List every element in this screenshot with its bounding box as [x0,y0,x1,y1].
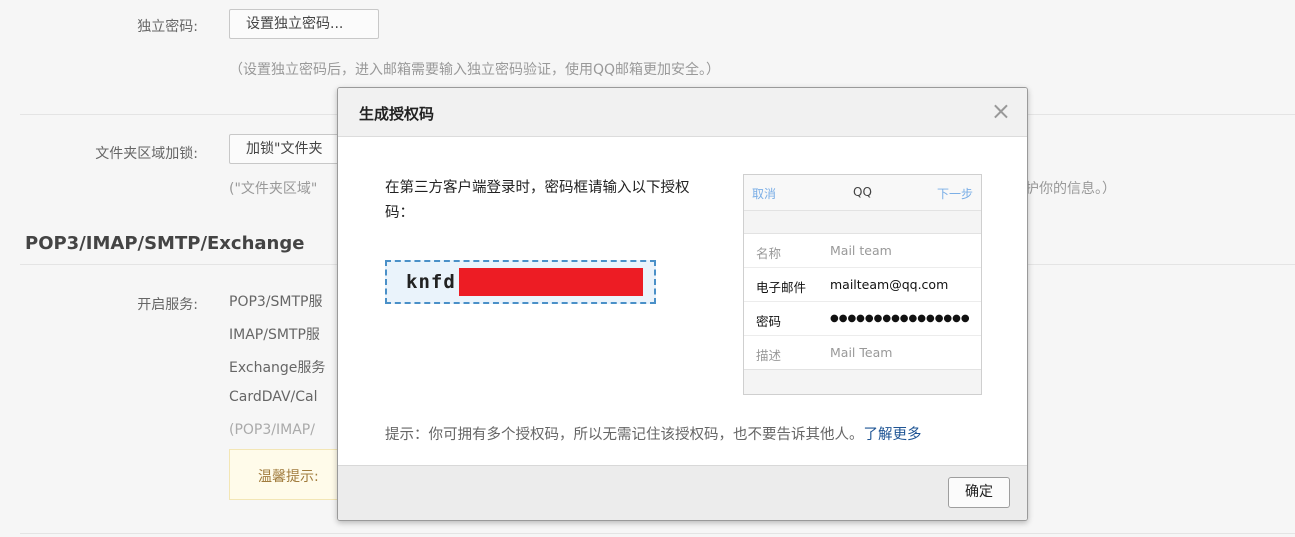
auth-code-box: knfd [385,260,656,304]
row-key: 电子邮件 [756,280,807,295]
dialog-footer: 确定 [338,465,1027,520]
dialog-title: 生成授权码 [359,105,435,123]
row-key: 密码 [756,314,782,329]
close-icon[interactable]: × [991,98,1011,124]
section-title: POP3/IMAP/SMTP/Exchange [25,233,305,254]
phone-row-name: 名称 Mail team [744,234,981,268]
learn-more-link[interactable]: 了解更多 [864,427,922,443]
folder-lock-label: 文件夹区域加锁: [95,146,198,162]
bottom-divider [20,533,1295,534]
client-example-illustration: 取消 QQ 下一步 名称 Mail team 电子邮件 mailteam@qq.… [743,174,982,395]
row-key: 描述 [756,348,782,363]
service-exchange: Exchange服务 [229,360,326,376]
dialog-tip: 提示：你可拥有多个授权码，所以无需记住该授权码，也不要告诉其他人。了解更多 [385,423,922,444]
folder-lock-hint-end: 护你的信息。） [1025,181,1116,197]
auth-code-text: knfd [406,271,456,293]
tip-text: 提示：你可拥有多个授权码，所以无需记住该授权码，也不要告诉其他人。 [385,427,864,443]
folder-lock-hint: ("文件夹区域" [229,181,318,197]
phone-row-password: 密码 ●●●●●●●●●●●●●●●● [744,302,981,336]
phone-row-email: 电子邮件 mailteam@qq.com [744,268,981,302]
row-key: 名称 [756,246,782,261]
service-imap: IMAP/SMTP服 [229,327,320,343]
row-value: Mail Team [830,345,893,360]
independent-password-label: 独立密码: [137,19,198,35]
independent-password-hint: （设置独立密码后，进入邮箱需要输入独立密码验证，使用QQ邮箱更加安全。） [229,62,721,78]
enable-service-label: 开启服务: [137,297,198,313]
auth-code-dialog: 生成授权码 × 在第三方客户端登录时，密码框请输入以下授权码： knfd 取消 … [337,87,1028,521]
dialog-description: 在第三方客户端登录时，密码框请输入以下授权码： [385,180,690,221]
phone-row-description: 描述 Mail Team [744,336,981,369]
row-value: ●●●●●●●●●●●●●●●● [830,313,970,324]
confirm-button[interactable]: 确定 [948,477,1010,508]
service-pop3: POP3/SMTP服 [229,294,323,310]
row-value: Mail team [830,243,892,258]
redaction-block [459,268,643,296]
phone-form: 名称 Mail team 电子邮件 mailteam@qq.com 密码 ●●●… [744,233,981,370]
service-note: (POP3/IMAP/ [229,422,315,438]
folder-lock-button[interactable]: 加锁"文件夹 [229,134,349,164]
warm-tip-label: 温馨提示: [258,469,319,485]
row-value: mailteam@qq.com [830,277,949,292]
phone-nav-bar: 取消 QQ 下一步 [744,175,981,211]
phone-next: 下一步 [936,187,973,201]
dialog-header: 生成授权码 × [338,88,1027,137]
set-independent-password-button[interactable]: 设置独立密码... [229,9,379,39]
service-carddav: CardDAV/Cal [229,389,318,405]
